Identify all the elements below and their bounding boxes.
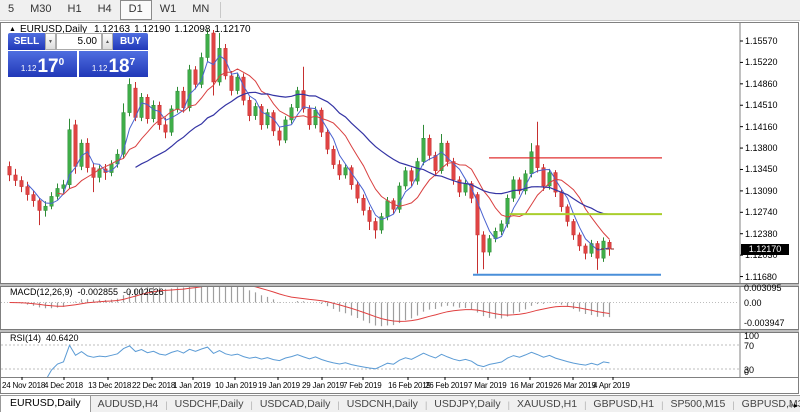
timeframe-button-w1[interactable]: W1 [152, 0, 185, 20]
date-axis-label: 29 Jan 2019 [302, 381, 344, 390]
date-axis-label: 22 Dec 2018 [132, 381, 175, 390]
price-axis-label: 1.14510 [745, 100, 778, 110]
buy-button[interactable]: BUY [113, 33, 148, 50]
rsi-value: 40.6420 [46, 333, 79, 343]
date-axis-label: 10 Jan 2019 [215, 381, 257, 390]
tab-usdchf-daily[interactable]: USDCHF,Daily [168, 397, 251, 412]
one-click-trading-widget: SELL ▼ 5.00 ▲ BUY 1.12170 1.12187 [8, 33, 148, 77]
timeframe-button-d1[interactable]: D1 [120, 0, 152, 20]
price-axis-label: 1.13090 [745, 186, 778, 196]
ohlc-close: 1.12170 [214, 24, 250, 35]
tab-usdjpy-daily[interactable]: USDJPY,Daily [427, 397, 507, 412]
ohlc-low: 1.12098 [174, 24, 210, 35]
date-axis-label: 4 Apr 2019 [593, 381, 630, 390]
macd-scale-label: 0.003095 [744, 283, 782, 293]
price-axis-label: 1.14160 [745, 122, 778, 132]
tab-xauusd-h1[interactable]: XAUUSD,H1 [510, 397, 584, 412]
current-price-tag: 1.12170 [741, 244, 789, 255]
volume-input[interactable]: 5.00 [56, 33, 102, 50]
sell-button[interactable]: SELL [8, 33, 45, 50]
rsi-label: RSI(14) 40.6420 [10, 333, 84, 343]
date-axis-label: 7 Feb 2019 [343, 381, 381, 390]
price-axis-label: 1.15220 [745, 57, 778, 67]
macd-name: MACD(12,26,9) [10, 287, 73, 297]
macd-signal-value: -0.002526 [123, 287, 164, 297]
timeframe-button-h1[interactable]: H1 [60, 0, 90, 20]
sell-price-big: 17 [37, 57, 58, 76]
date-axis-label: 4 Dec 2018 [44, 381, 83, 390]
date-axis-label: 26 Mar 2019 [553, 381, 596, 390]
date-axis-label: 1 Jan 2019 [173, 381, 211, 390]
tab-sp500-m15[interactable]: SP500,M15 [663, 397, 732, 412]
buy-price-panel[interactable]: 1.12187 [79, 51, 148, 77]
tab-scroll-left-icon[interactable]: ◂ [788, 401, 792, 410]
chart-window [0, 22, 799, 394]
rsi-scale-label: 100 [744, 331, 759, 341]
tab-scroll-buttons[interactable]: ◂▸ [788, 401, 798, 410]
price-axis-label: 1.12740 [745, 207, 778, 217]
volume-increase-button[interactable]: ▲ [102, 33, 113, 50]
price-axis-label: 1.14860 [745, 79, 778, 89]
price-axis-label: 1.11680 [745, 272, 777, 282]
timeframe-button-m30[interactable]: M30 [22, 0, 59, 20]
toolbar-separator [220, 2, 221, 18]
tab-usdcad-daily[interactable]: USDCAD,Daily [253, 397, 338, 412]
macd-main-value: -0.002855 [78, 287, 119, 297]
buy-price-big: 18 [108, 57, 129, 76]
price-axis-label: 1.13450 [745, 164, 778, 174]
sell-price-sup: 0 [59, 57, 65, 68]
volume-decrease-button[interactable]: ▼ [45, 33, 56, 50]
date-axis-label: 13 Dec 2018 [88, 381, 131, 390]
splitter-rsi[interactable] [0, 329, 799, 333]
tab-gbpusd-h1[interactable]: GBPUSD,H1 [586, 397, 661, 412]
rsi-scale-label: 70 [744, 341, 754, 351]
buy-price-small: 1.12 [92, 64, 108, 73]
rsi-name: RSI(14) [10, 333, 41, 343]
date-axis-label: 7 Mar 2019 [468, 381, 506, 390]
tab-eurusd-daily[interactable]: EURUSD,Daily [0, 395, 91, 412]
macd-scale-label: 0.00 [744, 298, 762, 308]
price-axis-label: 1.12380 [745, 229, 778, 239]
macd-scale-label: -0.003947 [744, 318, 785, 328]
sell-price-small: 1.12 [21, 64, 37, 73]
date-axis-label: 19 Jan 2019 [258, 381, 300, 390]
tab-audusd-h4[interactable]: AUDUSD,H4 [91, 397, 166, 412]
tab-usdcnh-daily[interactable]: USDCNH,Daily [340, 397, 425, 412]
timeframe-button-mn[interactable]: MN [184, 0, 217, 20]
buy-price-sup: 7 [130, 57, 136, 68]
macd-label: MACD(12,26,9) -0.002855 -0.002526 [10, 287, 169, 297]
spin-down-icon: ▼ [48, 39, 53, 45]
symbol-tab-bar: EURUSD,DailyAUDUSD,H4|USDCHF,Daily|USDCA… [0, 395, 800, 412]
rsi-scale-label: 0 [744, 367, 749, 377]
tab-scroll-right-icon[interactable]: ▸ [794, 401, 798, 410]
date-axis-label: 16 Mar 2019 [510, 381, 553, 390]
price-axis-label: 1.13800 [745, 143, 778, 153]
timeframe-toolbar: 5M30H1H4D1W1MN [0, 0, 800, 21]
timeframe-button-h4[interactable]: H4 [90, 0, 120, 20]
date-axis-label: 26 Feb 2019 [425, 381, 468, 390]
spin-up-icon: ▲ [105, 39, 110, 45]
sell-price-panel[interactable]: 1.12170 [8, 51, 77, 77]
timeframe-button-5[interactable]: 5 [0, 0, 22, 20]
price-axis-label: 1.15570 [745, 36, 778, 46]
date-axis-label: 24 Nov 2018 [2, 381, 45, 390]
collapse-triangle-icon[interactable]: ▲ [9, 26, 16, 33]
trading-platform-window: 5M30H1H4D1W1MN ▲EURUSD,Daily 1.121631.12… [0, 0, 800, 412]
